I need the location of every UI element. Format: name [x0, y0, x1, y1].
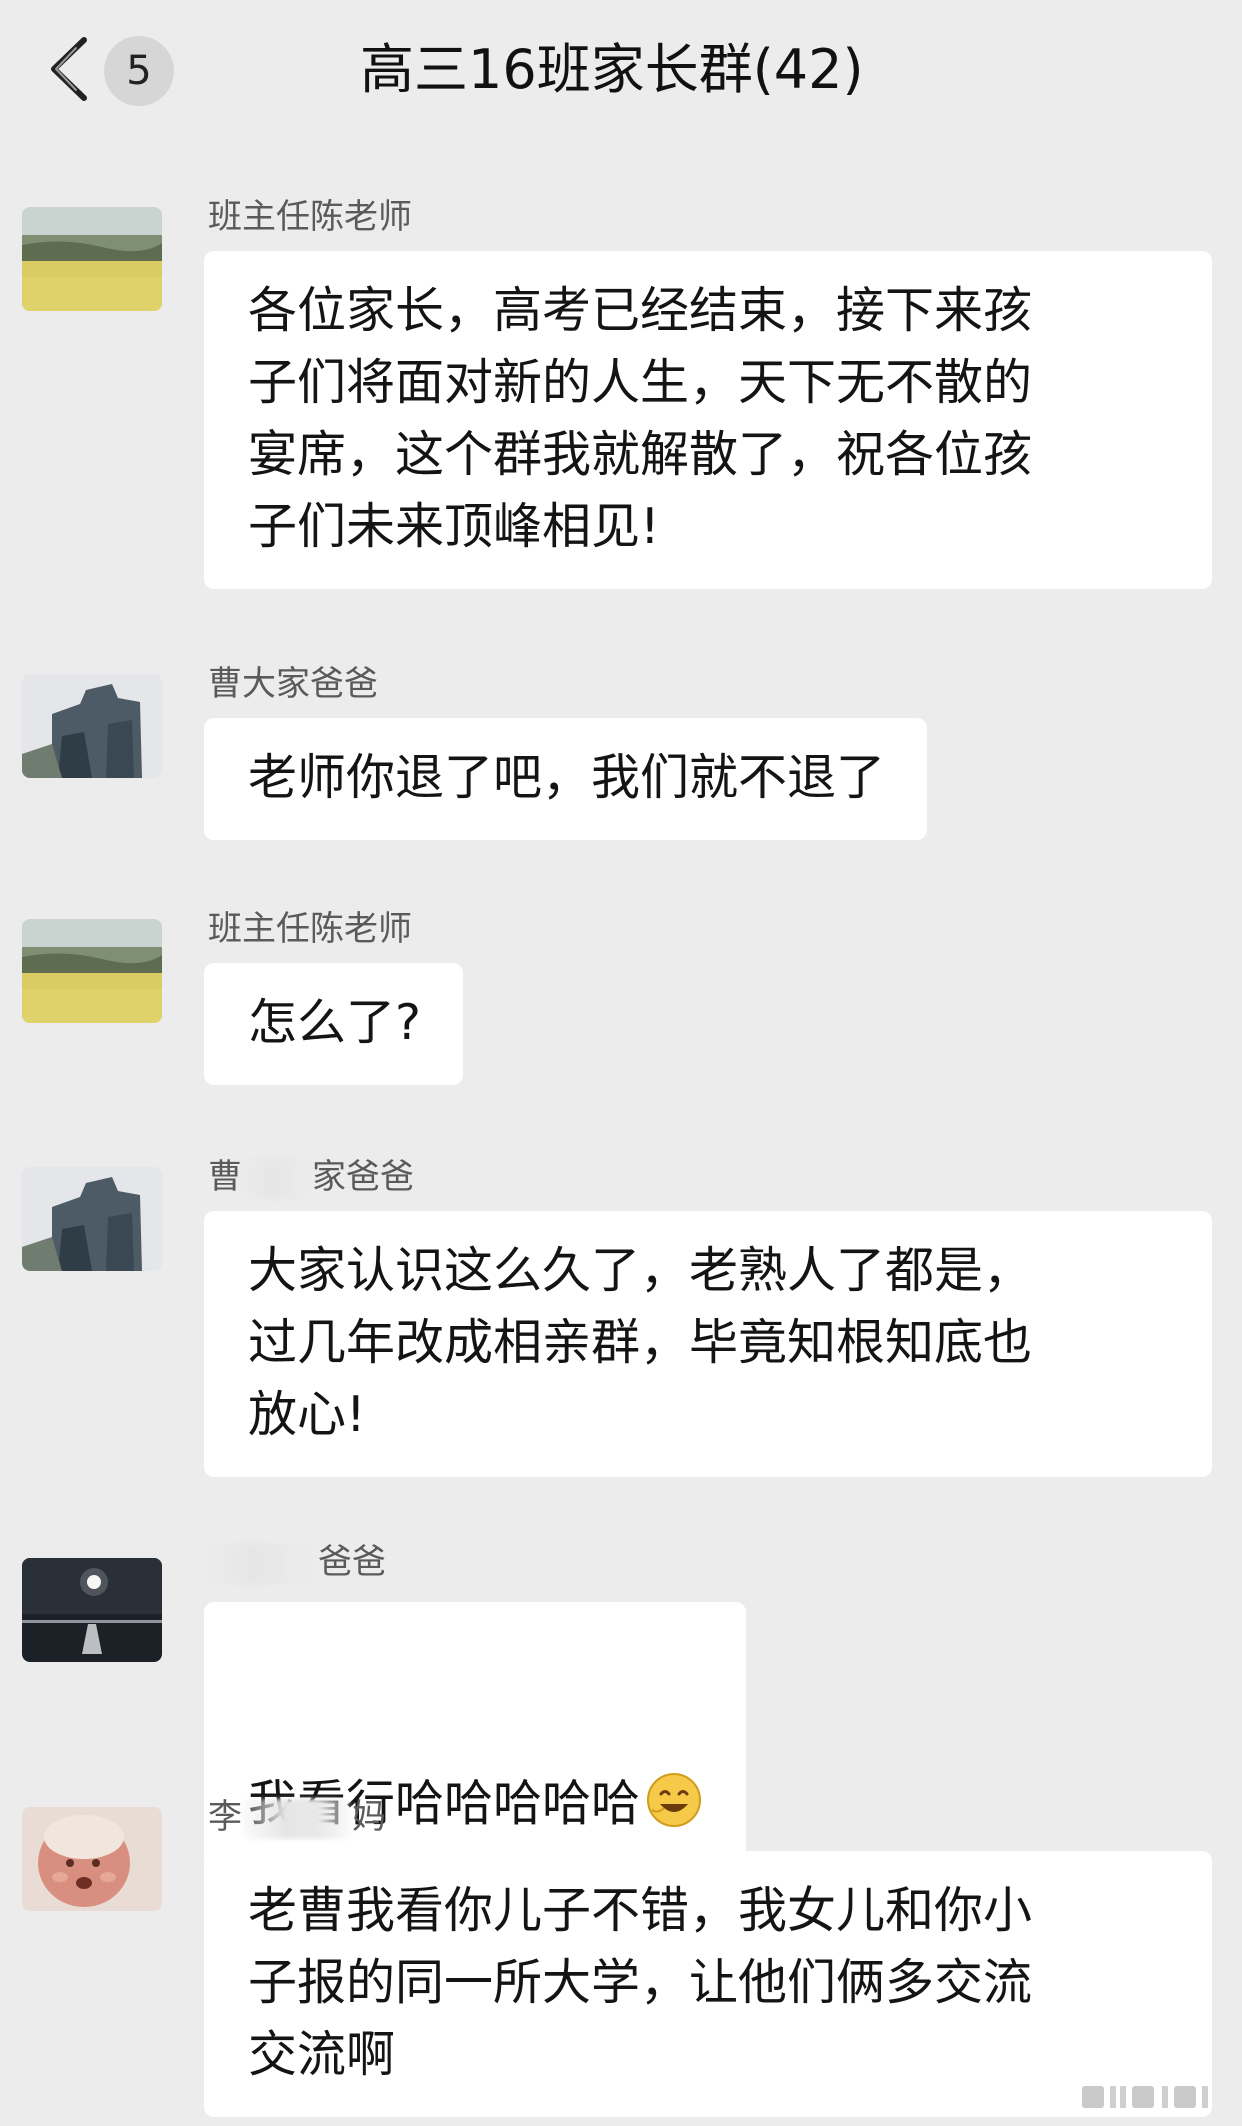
- avatar[interactable]: [22, 1558, 162, 1662]
- avatar[interactable]: [22, 1807, 162, 1911]
- sender-name-start: 李: [208, 1797, 242, 1837]
- redaction-blur: [208, 1543, 318, 1584]
- sender-name: 曹 家爸爸: [208, 1155, 414, 1199]
- message-bubble[interactable]: 老师你退了吧，我们就不退了: [204, 718, 928, 840]
- avatar[interactable]: [22, 207, 162, 311]
- sender-name-end: 家爸爸: [312, 1157, 414, 1197]
- message-bubble[interactable]: 怎么了?: [204, 963, 464, 1085]
- sender-name-start: 曹: [208, 1157, 242, 1197]
- sender-name-end: 妈: [352, 1797, 386, 1837]
- message-bubble[interactable]: 老曹我看你儿子不错，我女儿和你小 子报的同一所大学，让他们俩多交流 交流啊: [204, 1851, 1212, 2117]
- redaction-blur: [242, 1158, 312, 1199]
- chat-title: 高三16班家长群(42): [360, 38, 864, 101]
- redaction-blur: [242, 1798, 352, 1839]
- sender-name: 爸爸: [208, 1540, 386, 1584]
- chevron-left-icon[interactable]: [36, 34, 106, 104]
- sender-name: 班主任陈老师: [208, 909, 412, 949]
- sender-name-end: 爸爸: [318, 1542, 386, 1582]
- sender-name: 曹大家爸爸: [208, 664, 378, 704]
- avatar[interactable]: [22, 674, 162, 778]
- grinning-face-emoji: [644, 1698, 704, 1827]
- unread-count-badge[interactable]: 5: [104, 36, 174, 106]
- message-bubble[interactable]: 各位家长，高考已经结束，接下来孩 子们将面对新的人生，天下无不散的 宴席，这个群…: [204, 251, 1212, 589]
- message-bubble[interactable]: 大家认识这么久了，老熟人了都是， 过几年改成相亲群，毕竟知根知底也 放心!: [204, 1211, 1212, 1477]
- chat-screen: 5 高三16班家长群(42) 班主任陈老师 各位家长，高考已经结束，接下来孩 子…: [0, 0, 1242, 2126]
- sender-name: 班主任陈老师: [208, 197, 412, 237]
- sender-name: 李妈: [208, 1795, 386, 1839]
- avatar[interactable]: [22, 919, 162, 1023]
- avatar[interactable]: [22, 1167, 162, 1271]
- watermark-marks: [1082, 2082, 1222, 2112]
- chat-header: 5 高三16班家长群(42): [0, 0, 1242, 150]
